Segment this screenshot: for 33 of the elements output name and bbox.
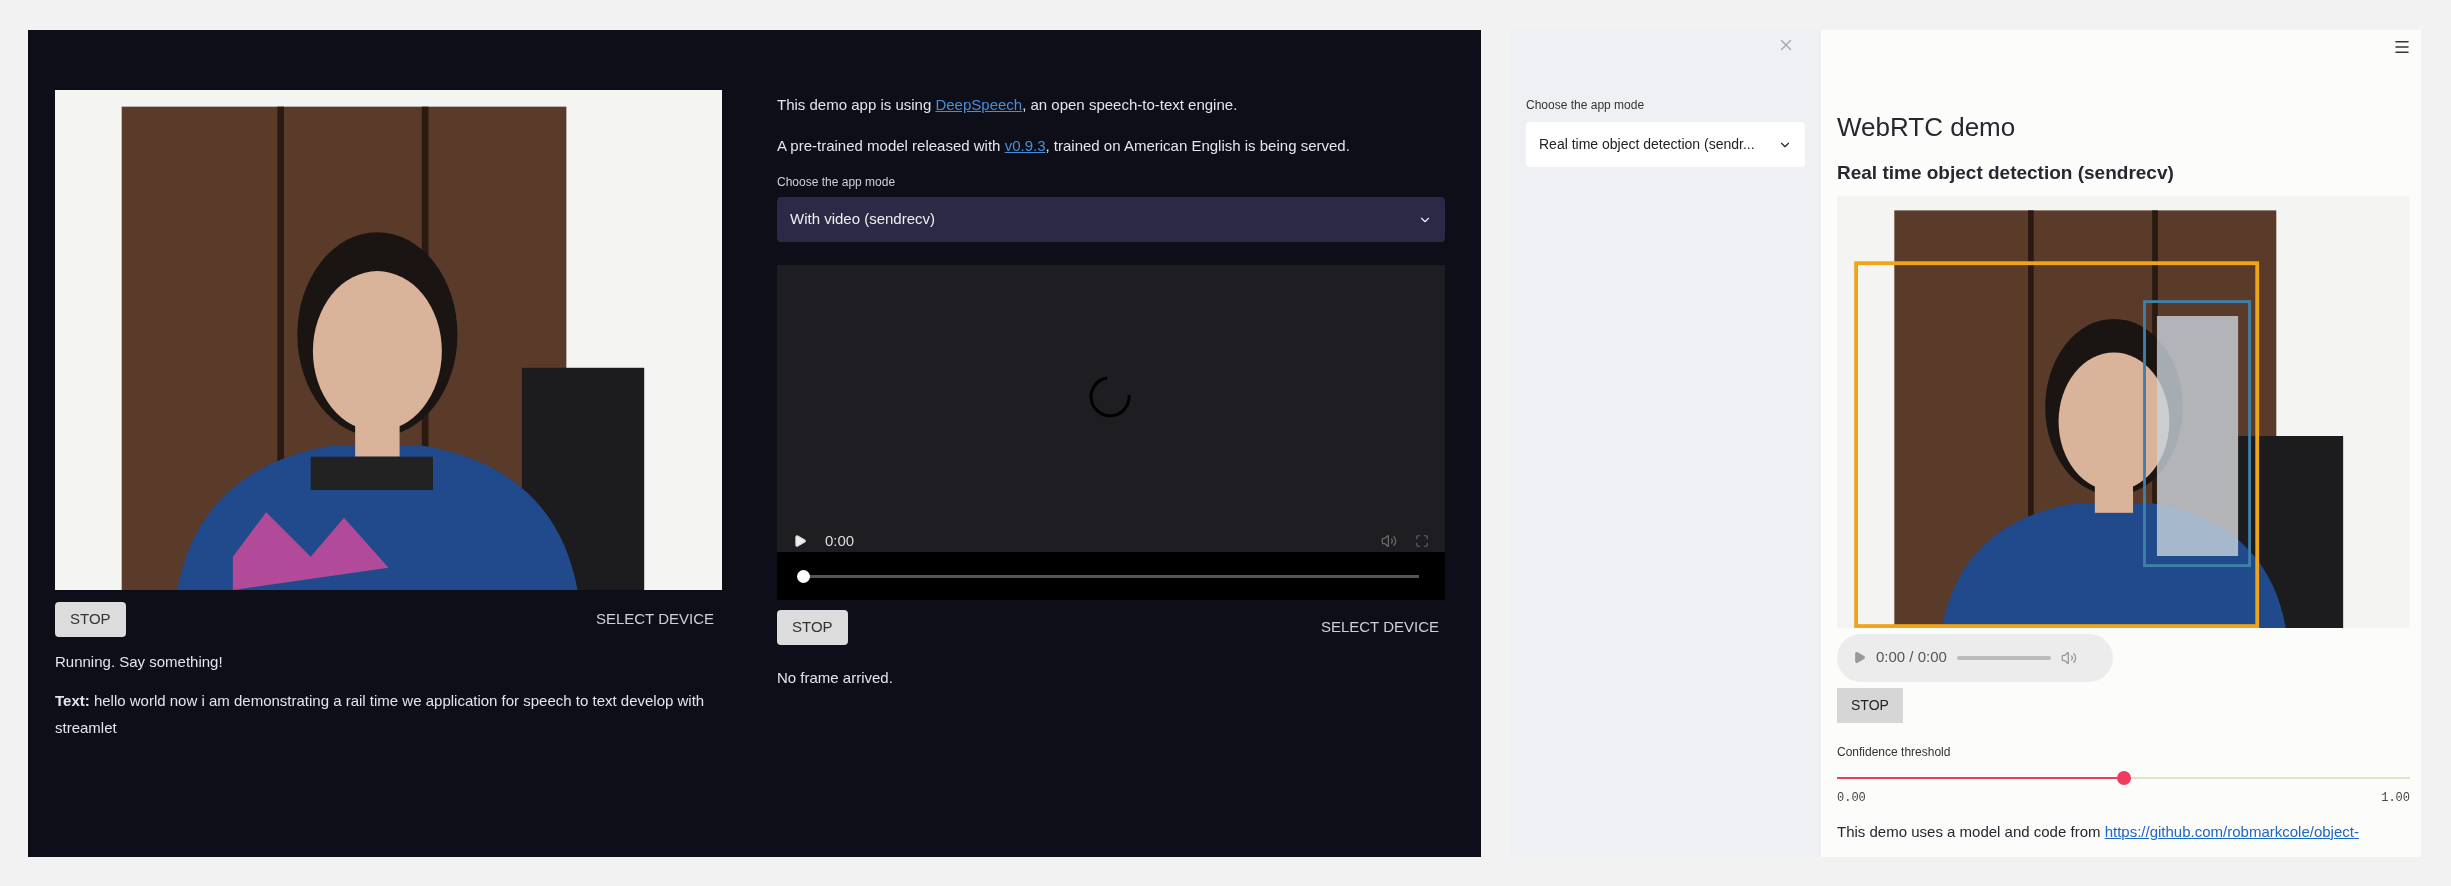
mode-select[interactable]: With video (sendrecv) <box>777 197 1445 242</box>
mode-label: Choose the app mode <box>1526 97 1646 114</box>
time-text: 0:00 / 0:00 <box>1876 647 1947 668</box>
stop-button[interactable]: STOP <box>55 602 126 637</box>
select-device-button[interactable]: SELECT DEVICE <box>1320 616 1439 639</box>
time-text: 0:00 <box>825 530 855 551</box>
slider-max: 1.00 <box>2381 789 2410 807</box>
footer-text: This demo uses a model and code from https://github.com/robmarkcole/object- <box>1837 821 2360 842</box>
status-text: Running. Say something! <box>55 651 224 672</box>
slider-track[interactable] <box>1837 770 2410 785</box>
volume-icon[interactable] <box>2060 649 2077 666</box>
section-heading: Real time object detection (sendrecv) <box>1837 161 2175 185</box>
stop-button[interactable]: STOP <box>1837 687 1903 723</box>
page-title: WebRTC demo <box>1837 111 2017 144</box>
menu-icon[interactable] <box>2393 38 2411 56</box>
slider-min: 0.00 <box>1837 789 1866 807</box>
slider-thumb[interactable] <box>2116 770 2131 785</box>
fullscreen-icon[interactable] <box>1415 533 1429 548</box>
message-text: No frame arrived. <box>777 667 894 688</box>
mode-label: Choose the app mode <box>777 174 897 191</box>
footer-link[interactable]: https://github.com/robmarkcole/object- <box>2104 822 2359 840</box>
stop-button[interactable]: STOP <box>777 610 848 645</box>
intro-text: A pre-trained model released with v0.9.3, trained on American English is being served. <box>777 135 1351 156</box>
intro-link[interactable]: v0.9.3 <box>1004 136 1046 154</box>
play-icon[interactable] <box>793 533 807 548</box>
intro-text: This demo app is using DeepSpeech, an open speech-to-text engine. <box>777 95 1239 115</box>
select-device-button[interactable]: SELECT DEVICE <box>595 608 714 631</box>
mode-select[interactable]: Real time object detection (sendr... <box>1526 122 1805 167</box>
progress-thumb[interactable] <box>797 569 810 583</box>
slider-label: Confidence threshold <box>1837 743 1952 761</box>
intro-link[interactable]: DeepSpeech <box>935 96 1023 113</box>
transcript-text: Text: hello world now i am demonstrating a rail time we application for speech to text develop with streamlet <box>55 691 706 738</box>
volume-icon[interactable] <box>1381 532 1397 549</box>
